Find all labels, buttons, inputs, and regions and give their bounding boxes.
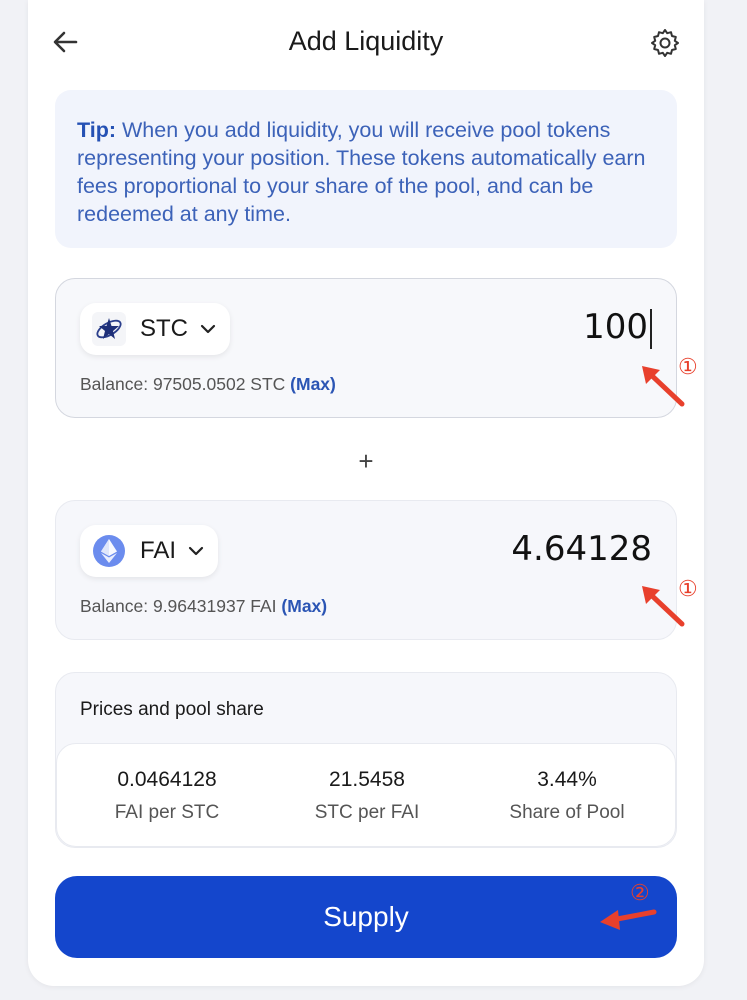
prices-stats-panel: 0.0464128 FAI per STC 21.5458 STC per FA…	[56, 743, 676, 847]
prices-title: Prices and pool share	[80, 699, 264, 720]
page-title: Add Liquidity	[288, 26, 444, 56]
tip-text: When you add liquidity, you will receive…	[77, 118, 646, 226]
token-a-symbol: STC	[140, 315, 188, 342]
chevron-down-icon	[188, 546, 204, 556]
stat-value: 21.5458	[329, 768, 405, 791]
prices-and-pool-share: Prices and pool share 0.0464128 FAI per …	[55, 672, 677, 848]
token-b-amount-input[interactable]: 4.64128	[511, 529, 652, 569]
gear-icon[interactable]	[648, 26, 682, 60]
token-a-balance: Balance: 97505.0502 STC (Max)	[80, 374, 336, 395]
token-b-max-button[interactable]: (Max)	[281, 596, 327, 616]
token-a-selector[interactable]: STC	[80, 303, 230, 355]
token-b-selector[interactable]: FAI	[80, 525, 219, 577]
stat-label: Share of Pool	[509, 802, 625, 823]
stc-token-icon	[92, 312, 126, 346]
stat-stc-per-fai: 21.5458 STC per FAI	[267, 768, 467, 824]
header: Add Liquidity	[28, 0, 704, 88]
plus-sign: +	[358, 446, 374, 476]
stat-label: FAI per STC	[114, 802, 220, 823]
stat-value: 3.44%	[537, 768, 597, 791]
stat-fai-per-stc: 0.0464128 FAI per STC	[67, 768, 267, 824]
stat-share-of-pool: 3.44% Share of Pool	[467, 768, 667, 824]
token-b-balance: Balance: 9.96431937 FAI (Max)	[80, 596, 327, 617]
annotation-arrow-icon	[600, 909, 657, 930]
annotation-step-1: ①	[678, 354, 698, 379]
add-liquidity-card: Add Liquidity Tip: When you add liquidit…	[28, 0, 704, 986]
text-cursor	[650, 309, 652, 349]
token-b-input-box: FAI 4.64128 Balance: 9.96431937 FAI (Max…	[55, 500, 677, 640]
token-b-balance-text: Balance: 9.96431937 FAI	[80, 596, 277, 616]
ethereum-token-icon	[93, 535, 125, 567]
stat-value: 0.0464128	[117, 768, 217, 791]
token-b-symbol: FAI	[140, 537, 177, 564]
token-a-max-button[interactable]: (Max)	[290, 374, 336, 394]
annotation-step-2: ②	[630, 880, 650, 905]
chevron-down-icon	[200, 324, 216, 334]
annotation-step-1: ①	[678, 576, 698, 601]
token-a-input-box: STC 100 Balance: 97505.0502 STC (Max)	[55, 278, 677, 418]
token-a-amount-input[interactable]: 100	[583, 307, 648, 347]
tip-box: Tip: When you add liquidity, you will re…	[55, 90, 677, 248]
stat-label: STC per FAI	[314, 802, 420, 823]
supply-button[interactable]: Supply	[55, 876, 677, 958]
tip-label: Tip:	[77, 118, 117, 142]
token-a-balance-text: Balance: 97505.0502 STC	[80, 374, 286, 394]
